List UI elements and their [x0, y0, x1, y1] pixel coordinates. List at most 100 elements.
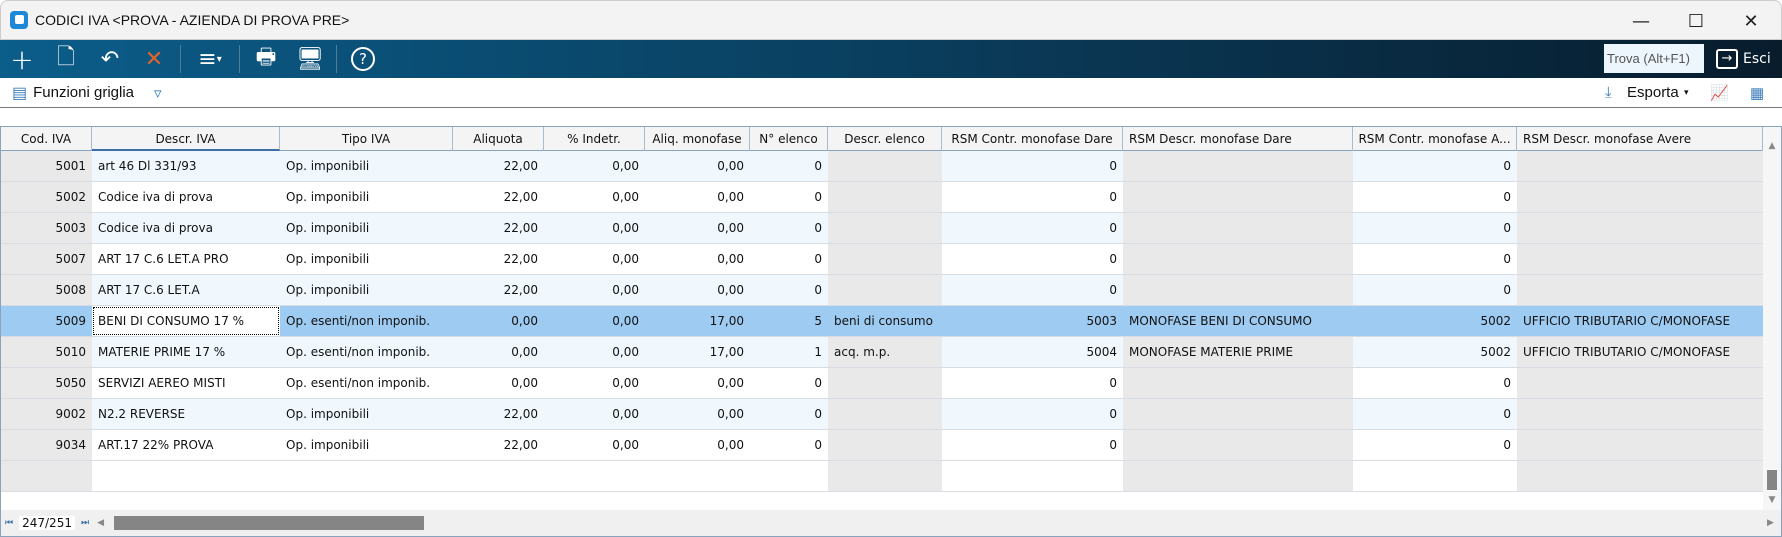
cell[interactable]: 0,00: [645, 430, 750, 460]
cell[interactable]: [1123, 275, 1353, 305]
cell[interactable]: Op. esenti/non imponib.: [280, 337, 453, 367]
cell[interactable]: 0: [750, 399, 828, 429]
cell[interactable]: 0,00: [645, 182, 750, 212]
cell[interactable]: 0,00: [544, 182, 645, 212]
table-row[interactable]: 5001 art 46 Dl 331/93 Op. imponibili 22,00 0…: [1, 151, 1763, 182]
close-button[interactable]: ✕: [1731, 7, 1771, 35]
cell[interactable]: 5002: [1353, 306, 1517, 336]
cell[interactable]: [1517, 368, 1763, 398]
cell[interactable]: 5002: [1, 182, 92, 212]
scroll-right-icon[interactable]: ▶: [1767, 518, 1774, 528]
cell[interactable]: [1123, 399, 1353, 429]
cell[interactable]: [1123, 244, 1353, 274]
delete-icon[interactable]: ✕: [132, 42, 176, 76]
cell[interactable]: SERVIZI AEREO MISTI: [92, 368, 280, 398]
cell[interactable]: 22,00: [453, 151, 544, 181]
cell[interactable]: 0,00: [645, 213, 750, 243]
cell[interactable]: [828, 213, 942, 243]
cell[interactable]: [1517, 461, 1763, 491]
cell[interactable]: 0,00: [645, 368, 750, 398]
table-row[interactable]: 5009 BENI DI CONSUMO 17 % Op. esenti/non i…: [1, 306, 1763, 337]
cell[interactable]: [1517, 399, 1763, 429]
cell[interactable]: 0,00: [544, 275, 645, 305]
monitor-icon[interactable]: 🖥: [288, 42, 332, 76]
cell[interactable]: 0: [750, 151, 828, 181]
column-header[interactable]: Cod. IVA: [1, 127, 92, 151]
cell[interactable]: 0,00: [544, 430, 645, 460]
layout-grid-icon[interactable]: ▦: [1750, 84, 1764, 102]
export-dropdown-icon[interactable]: ▾: [1684, 87, 1689, 98]
cell[interactable]: 0: [942, 244, 1123, 274]
cell[interactable]: Codice iva di prova: [92, 213, 280, 243]
cell[interactable]: ART.17 22% PROVA: [92, 430, 280, 460]
cell[interactable]: 0: [1353, 275, 1517, 305]
cell[interactable]: UFFICIO TRIBUTARIO C/MONOFASE: [1517, 306, 1763, 336]
scroll-thumb[interactable]: [1767, 470, 1777, 490]
help-icon[interactable]: ?: [341, 42, 385, 76]
cell[interactable]: 0: [942, 213, 1123, 243]
cell[interactable]: [828, 430, 942, 460]
cell[interactable]: [1517, 244, 1763, 274]
scroll-left-icon[interactable]: ◀: [97, 518, 104, 528]
cell[interactable]: 22,00: [453, 182, 544, 212]
cell[interactable]: MONOFASE BENI DI CONSUMO: [1123, 306, 1353, 336]
cell[interactable]: 0,00: [645, 399, 750, 429]
cell[interactable]: 22,00: [453, 244, 544, 274]
cell[interactable]: art 46 Dl 331/93: [92, 151, 280, 181]
minimize-button[interactable]: —: [1621, 7, 1661, 35]
cell[interactable]: 0: [1353, 182, 1517, 212]
cell[interactable]: 0: [1353, 151, 1517, 181]
cell[interactable]: Op. imponibili: [280, 182, 453, 212]
cell[interactable]: 22,00: [453, 399, 544, 429]
scroll-up-icon[interactable]: ▲: [1763, 141, 1781, 151]
cell[interactable]: Op. imponibili: [280, 244, 453, 274]
cell[interactable]: 5002: [1353, 337, 1517, 367]
empty-row[interactable]: [1, 461, 1763, 492]
cell[interactable]: 0: [942, 275, 1123, 305]
scroll-down-icon[interactable]: ▼: [1763, 495, 1781, 505]
cell[interactable]: BENI DI CONSUMO 17 %: [92, 306, 280, 336]
cell[interactable]: [828, 182, 942, 212]
cell[interactable]: 0,00: [544, 368, 645, 398]
cell[interactable]: [750, 461, 828, 491]
column-header[interactable]: RSM Contr. monofase A...: [1353, 127, 1517, 151]
cell[interactable]: UFFICIO TRIBUTARIO C/MONOFASE: [1517, 337, 1763, 367]
cell[interactable]: Codice iva di prova: [92, 182, 280, 212]
cell[interactable]: Op. esenti/non imponib.: [280, 306, 453, 336]
cell[interactable]: beni di consumo: [828, 306, 942, 336]
cell[interactable]: 0: [750, 275, 828, 305]
find-input[interactable]: Trova (Alt+F1): [1604, 44, 1704, 73]
cell[interactable]: 1: [750, 337, 828, 367]
cell[interactable]: 0: [750, 244, 828, 274]
cell[interactable]: [1517, 430, 1763, 460]
undo-icon[interactable]: ↶: [88, 42, 132, 76]
cell[interactable]: 0,00: [544, 244, 645, 274]
cell[interactable]: [1123, 368, 1353, 398]
cell[interactable]: 0,00: [645, 244, 750, 274]
column-header[interactable]: Tipo IVA: [280, 127, 453, 151]
cell[interactable]: [1517, 213, 1763, 243]
column-header[interactable]: Descr. IVA: [92, 127, 280, 151]
grid-functions-button[interactable]: Funzioni griglia: [33, 84, 134, 101]
cell[interactable]: [828, 244, 942, 274]
cell[interactable]: [1353, 461, 1517, 491]
menu-dropdown-icon[interactable]: ≡ ▾: [185, 42, 235, 76]
cell[interactable]: [1517, 151, 1763, 181]
vertical-scrollbar[interactable]: ▲ ▼: [1763, 127, 1781, 512]
table-row[interactable]: 5050 SERVIZI AEREO MISTI Op. esenti/non im…: [1, 368, 1763, 399]
cell[interactable]: 5007: [1, 244, 92, 274]
maximize-button[interactable]: ☐: [1676, 7, 1716, 35]
table-row[interactable]: 5010 MATERIE PRIME 17 % Op. esenti/non imp…: [1, 337, 1763, 368]
cell[interactable]: 0,00: [645, 275, 750, 305]
column-header[interactable]: % Indetr.: [544, 127, 645, 151]
cell[interactable]: Op. imponibili: [280, 399, 453, 429]
filter-icon[interactable]: ▿: [154, 84, 162, 102]
cell[interactable]: N2.2 REVERSE: [92, 399, 280, 429]
cell[interactable]: [1, 461, 92, 491]
copy-icon[interactable]: 🗋: [44, 42, 88, 76]
table-row[interactable]: 5007 ART 17 C.6 LET.A PRO Op. imponibili 22…: [1, 244, 1763, 275]
cell[interactable]: Op. imponibili: [280, 275, 453, 305]
cell[interactable]: [828, 151, 942, 181]
cell[interactable]: 22,00: [453, 213, 544, 243]
cell[interactable]: acq. m.p.: [828, 337, 942, 367]
